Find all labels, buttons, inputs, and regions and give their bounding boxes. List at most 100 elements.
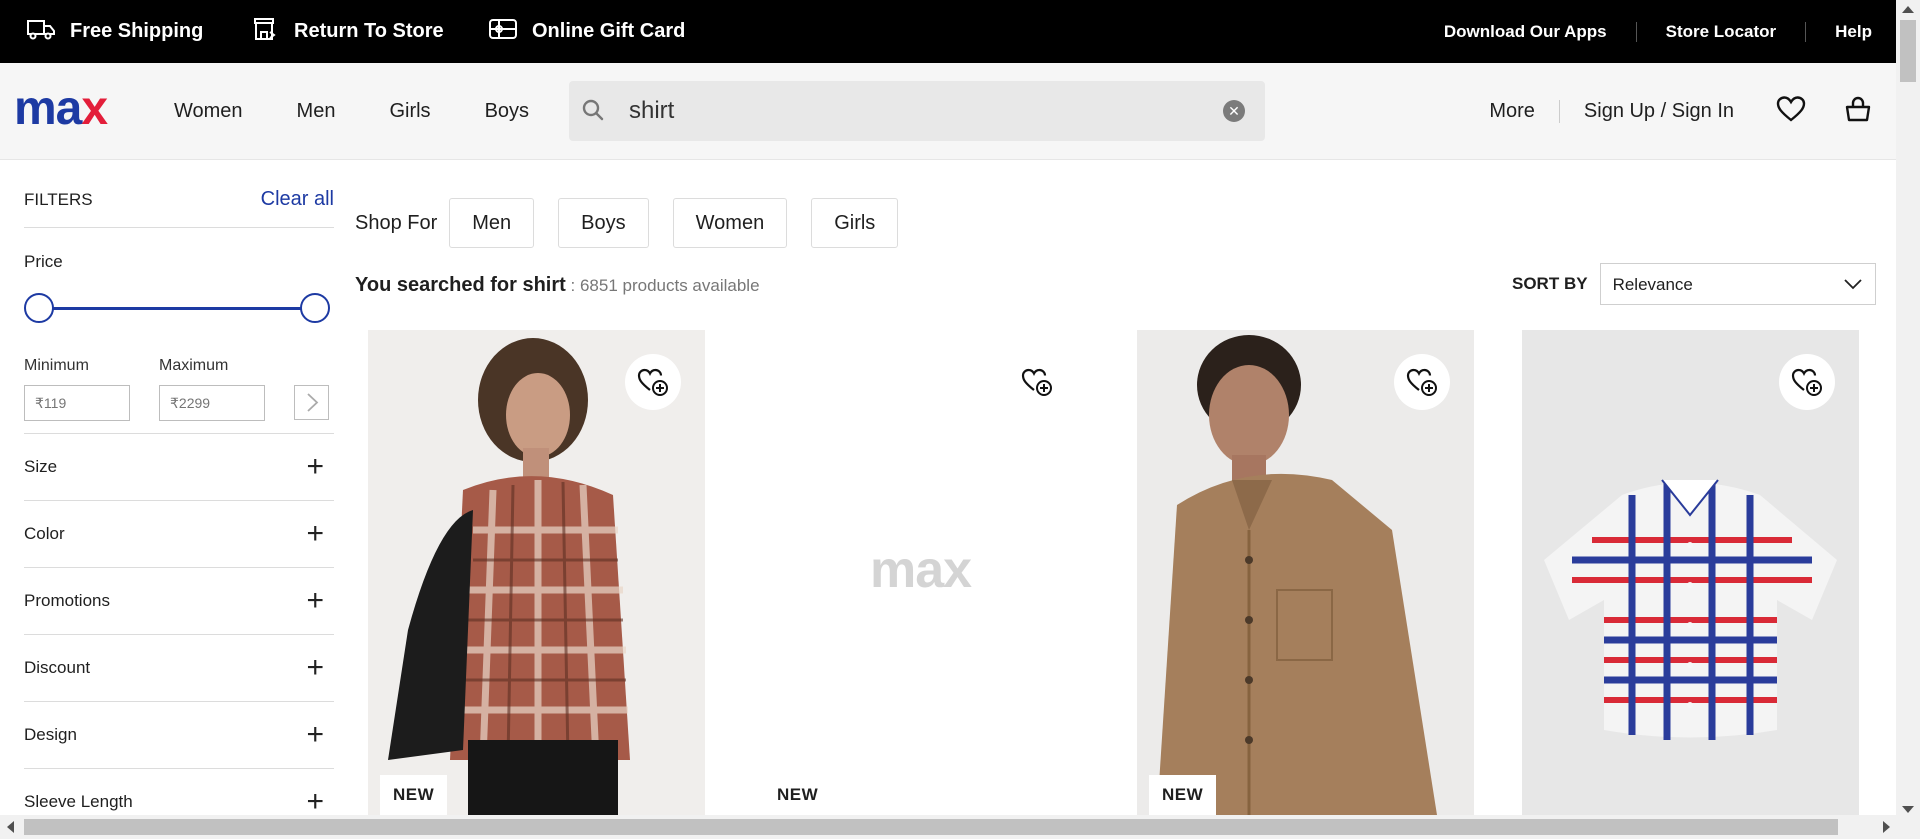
nav-girls[interactable]: Girls bbox=[389, 100, 430, 123]
minimum-price-input[interactable] bbox=[24, 385, 130, 421]
main-header: max Women Men Girls Boys ✕ More Sign Up … bbox=[0, 63, 1896, 160]
horizontal-scrollbar[interactable] bbox=[0, 815, 1896, 839]
expand-plus-icon[interactable]: + bbox=[306, 653, 324, 683]
new-badge: NEW bbox=[380, 775, 448, 815]
return-to-store-link[interactable]: Return To Store bbox=[252, 0, 444, 63]
sort-control: SORT BY Relevance bbox=[1512, 263, 1876, 305]
minimum-label: Minimum bbox=[24, 357, 89, 374]
price-filter-label: Price bbox=[24, 252, 63, 271]
store-locator-link[interactable]: Store Locator bbox=[1635, 21, 1806, 42]
price-slider-min-handle[interactable] bbox=[24, 293, 54, 323]
filter-discount-label: Discount bbox=[24, 658, 91, 677]
placeholder-logo: max bbox=[869, 541, 972, 599]
divider bbox=[24, 227, 334, 228]
add-to-wishlist-button[interactable] bbox=[1394, 354, 1450, 410]
product-card[interactable]: NEW bbox=[1137, 330, 1474, 815]
product-card[interactable]: max NEW bbox=[752, 330, 1089, 815]
filter-size[interactable]: Size + bbox=[24, 433, 334, 500]
truck-icon bbox=[26, 17, 70, 47]
chip-boys[interactable]: Boys bbox=[558, 198, 649, 248]
free-shipping-label: Free Shipping bbox=[70, 20, 204, 42]
product-card[interactable]: NEW bbox=[368, 330, 705, 815]
new-badge: NEW bbox=[764, 775, 832, 815]
apply-price-button[interactable] bbox=[294, 385, 329, 420]
results-count: : 6851 products available bbox=[565, 276, 760, 295]
download-apps-link[interactable]: Download Our Apps bbox=[1415, 22, 1636, 42]
utility-links: Download Our Apps Store Locator Help bbox=[1415, 0, 1872, 63]
filter-color[interactable]: Color + bbox=[24, 500, 334, 567]
maximum-label: Maximum bbox=[159, 357, 229, 374]
filter-design[interactable]: Design + bbox=[24, 701, 334, 768]
heart-plus-icon bbox=[1406, 368, 1437, 396]
filter-promotions-label: Promotions bbox=[24, 591, 110, 610]
sort-selected-value: Relevance bbox=[1612, 275, 1693, 294]
clear-search-icon[interactable]: ✕ bbox=[1223, 100, 1245, 122]
category-nav: Women Men Girls Boys bbox=[174, 63, 583, 160]
filter-promotions[interactable]: Promotions + bbox=[24, 567, 334, 634]
filter-discount[interactable]: Discount + bbox=[24, 634, 334, 701]
filters-title: FILTERS bbox=[24, 190, 93, 209]
heart-plus-icon bbox=[637, 368, 668, 396]
online-gift-card-link[interactable]: Online Gift Card bbox=[488, 0, 685, 63]
sort-by-label: SORT BY bbox=[1512, 274, 1588, 293]
filters-panel: FILTERS Clear all Price Minimum Maximum … bbox=[24, 160, 334, 815]
utility-bar: Free Shipping Return To Store Online Gif… bbox=[0, 0, 1896, 63]
more-menu[interactable]: More bbox=[1489, 100, 1560, 123]
store-return-icon bbox=[252, 16, 294, 48]
logo-text-main: ma bbox=[14, 82, 82, 135]
free-shipping-link[interactable]: Free Shipping bbox=[26, 0, 203, 63]
nav-men[interactable]: Men bbox=[297, 100, 336, 123]
expand-plus-icon[interactable]: + bbox=[306, 519, 324, 549]
add-to-wishlist-button[interactable] bbox=[1009, 354, 1065, 410]
chip-women[interactable]: Women bbox=[672, 198, 788, 248]
sign-in-link[interactable]: Sign Up / Sign In bbox=[1560, 100, 1734, 123]
filter-color-label: Color bbox=[24, 524, 65, 543]
wishlist-icon[interactable] bbox=[1776, 95, 1806, 129]
chip-men[interactable]: Men bbox=[449, 198, 535, 248]
sort-select[interactable]: Relevance bbox=[1599, 263, 1876, 305]
expand-plus-icon[interactable]: + bbox=[306, 720, 324, 750]
chevron-down-icon bbox=[1843, 279, 1862, 290]
price-slider-track[interactable] bbox=[38, 307, 316, 310]
return-to-store-label: Return To Store bbox=[294, 20, 444, 42]
add-to-wishlist-button[interactable] bbox=[1779, 354, 1835, 410]
help-link[interactable]: Help bbox=[1805, 21, 1872, 42]
shop-for-label: Shop For bbox=[355, 211, 438, 234]
expand-plus-icon[interactable]: + bbox=[306, 787, 324, 816]
expand-plus-icon[interactable]: + bbox=[306, 586, 324, 616]
heart-plus-icon bbox=[1021, 368, 1052, 396]
search-input[interactable] bbox=[629, 93, 1189, 129]
search-results-summary: You searched for shirt : 6851 products a… bbox=[355, 274, 760, 297]
account-actions: More Sign Up / Sign In bbox=[1489, 63, 1872, 160]
filter-sleeve-length[interactable]: Sleeve Length + bbox=[24, 768, 334, 815]
online-gift-card-label: Online Gift Card bbox=[532, 20, 686, 42]
filter-sleeve-length-label: Sleeve Length bbox=[24, 792, 133, 811]
nav-boys[interactable]: Boys bbox=[485, 100, 529, 123]
add-to-wishlist-button[interactable] bbox=[625, 354, 681, 410]
vertical-scroll-thumb[interactable] bbox=[1900, 20, 1916, 82]
search-icon[interactable] bbox=[581, 98, 607, 129]
maximum-price-input[interactable] bbox=[159, 385, 265, 421]
new-badge: NEW bbox=[1149, 775, 1217, 815]
filter-size-label: Size bbox=[24, 457, 58, 476]
shop-for-bar: Shop For Men Boys Women Girls bbox=[355, 197, 922, 249]
vertical-scrollbar[interactable] bbox=[1896, 0, 1920, 839]
scroll-down-arrow-icon[interactable] bbox=[1902, 806, 1914, 813]
nav-women[interactable]: Women bbox=[174, 100, 243, 123]
logo-text-accent: x bbox=[81, 82, 108, 135]
scroll-right-arrow-icon[interactable] bbox=[1883, 821, 1890, 833]
search-query-text: You searched for shirt bbox=[355, 274, 566, 296]
scroll-left-arrow-icon[interactable] bbox=[7, 821, 14, 833]
product-card[interactable] bbox=[1522, 330, 1859, 815]
horizontal-scroll-thumb[interactable] bbox=[24, 819, 1838, 835]
chip-girls[interactable]: Girls bbox=[811, 198, 899, 248]
max-logo[interactable]: max bbox=[14, 82, 108, 135]
chevron-right-icon bbox=[307, 393, 319, 412]
price-slider-max-handle[interactable] bbox=[300, 293, 330, 323]
clear-all-link[interactable]: Clear all bbox=[261, 188, 334, 211]
scroll-up-arrow-icon[interactable] bbox=[1902, 6, 1914, 13]
cart-icon[interactable] bbox=[1844, 95, 1872, 129]
filter-design-label: Design bbox=[24, 725, 77, 744]
expand-plus-icon[interactable]: + bbox=[306, 452, 324, 482]
gift-card-icon bbox=[488, 17, 532, 47]
